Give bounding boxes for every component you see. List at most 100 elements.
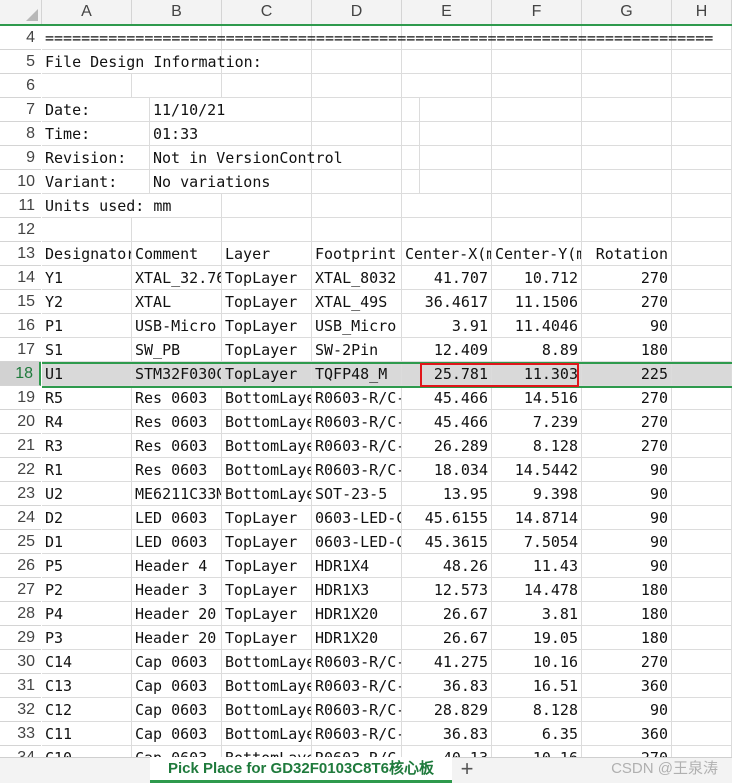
cell[interactable]: R0603-R/C- <box>312 386 402 410</box>
cell[interactable] <box>672 362 732 386</box>
row-header[interactable]: 21 <box>0 434 41 458</box>
row-header[interactable]: 13 <box>0 242 41 266</box>
row-header[interactable]: 16 <box>0 314 41 338</box>
column-header-e[interactable]: E <box>402 0 492 24</box>
cell[interactable] <box>582 98 672 122</box>
cell[interactable] <box>672 314 732 338</box>
cell[interactable]: 45.466 <box>402 386 492 410</box>
cell[interactable]: Cap 0603 <box>132 674 222 698</box>
cell[interactable] <box>672 626 732 650</box>
cell[interactable]: Header 20 <box>132 602 222 626</box>
cell[interactable] <box>582 122 672 146</box>
cell[interactable]: R0603-R/C- <box>312 674 402 698</box>
cell[interactable] <box>672 650 732 674</box>
cell[interactable]: R5 <box>42 386 132 410</box>
cell[interactable]: 45.3615 <box>402 530 492 554</box>
cell[interactable]: R0603-R/C- <box>312 698 402 722</box>
cell[interactable] <box>672 746 732 757</box>
row-header[interactable]: 27 <box>0 578 41 602</box>
cell[interactable]: TopLayer <box>222 506 312 530</box>
cell[interactable] <box>492 146 582 170</box>
cell[interactable] <box>582 218 672 242</box>
cell[interactable]: ========================================… <box>42 26 732 50</box>
cell[interactable] <box>492 98 582 122</box>
cell[interactable]: 10.712 <box>492 266 582 290</box>
cell[interactable]: 90 <box>582 554 672 578</box>
cell[interactable]: XTAL <box>132 290 222 314</box>
cell[interactable]: 36.83 <box>402 722 492 746</box>
cell[interactable]: 8.128 <box>492 698 582 722</box>
cell[interactable]: 270 <box>582 410 672 434</box>
cell[interactable] <box>492 170 582 194</box>
cell[interactable]: 270 <box>582 266 672 290</box>
cell[interactable]: 19.05 <box>492 626 582 650</box>
row-header[interactable]: 26 <box>0 554 41 578</box>
cell[interactable]: 12.573 <box>402 578 492 602</box>
cell[interactable] <box>672 218 732 242</box>
cell[interactable] <box>672 170 732 194</box>
cell[interactable]: 90 <box>582 698 672 722</box>
cell[interactable]: STM32F030C8T6 <box>132 362 222 386</box>
cell[interactable]: Res 0603 <box>132 410 222 434</box>
cell[interactable]: Y2 <box>42 290 132 314</box>
cell[interactable] <box>672 146 732 170</box>
row-header[interactable]: 18 <box>0 362 41 386</box>
cell[interactable]: HDR1X20 <box>312 626 402 650</box>
cell[interactable]: 28.829 <box>402 698 492 722</box>
cell[interactable]: 45.466 <box>402 410 492 434</box>
select-all-corner[interactable] <box>0 0 42 24</box>
cell[interactable]: BottomLayer <box>222 482 312 506</box>
add-sheet-icon[interactable]: + <box>455 758 479 782</box>
cell[interactable]: 40.13 <box>402 746 492 757</box>
cell[interactable]: 0603-LED-C <box>312 506 402 530</box>
cell[interactable]: BottomLayer <box>222 746 312 757</box>
cell[interactable]: 225 <box>582 362 672 386</box>
cell[interactable] <box>672 242 732 266</box>
cell[interactable] <box>672 290 732 314</box>
row-header[interactable]: 6 <box>0 74 41 98</box>
column-header-b[interactable]: B <box>132 0 222 24</box>
cell[interactable]: Center-X(mm) <box>402 242 492 266</box>
cell[interactable]: C13 <box>42 674 132 698</box>
cell[interactable] <box>402 218 492 242</box>
cell[interactable] <box>582 170 672 194</box>
cell[interactable] <box>132 218 222 242</box>
cell[interactable] <box>582 74 672 98</box>
cell[interactable]: TopLayer <box>222 266 312 290</box>
cell[interactable]: 0603-LED-C <box>312 530 402 554</box>
row-header[interactable]: 5 <box>0 50 41 74</box>
cell[interactable]: Header 4 <box>132 554 222 578</box>
cell[interactable]: 360 <box>582 722 672 746</box>
cell[interactable]: C12 <box>42 698 132 722</box>
cell[interactable]: TopLayer <box>222 530 312 554</box>
cell[interactable]: Not in VersionControl <box>150 146 420 170</box>
column-header-g[interactable]: G <box>582 0 672 24</box>
cell[interactable]: D2 <box>42 506 132 530</box>
cell[interactable]: 90 <box>582 314 672 338</box>
cell[interactable]: BottomLayer <box>222 722 312 746</box>
sheet-tab-active[interactable]: Pick Place for GD32F0103C8T6核心板 <box>150 757 452 783</box>
cell[interactable] <box>492 74 582 98</box>
cell[interactable]: TopLayer <box>222 578 312 602</box>
row-header[interactable]: 32 <box>0 698 41 722</box>
cell[interactable] <box>672 122 732 146</box>
cell[interactable]: BottomLayer <box>222 674 312 698</box>
cell[interactable] <box>492 122 582 146</box>
cell[interactable]: XTAL_49S <box>312 290 402 314</box>
cell[interactable]: 270 <box>582 386 672 410</box>
cell[interactable]: XTAL_32.768KHz <box>132 266 222 290</box>
cell[interactable]: LED 0603 <box>132 506 222 530</box>
cell[interactable]: BottomLayer <box>222 386 312 410</box>
cell[interactable]: R0603-R/C- <box>312 650 402 674</box>
cell[interactable]: Res 0603 <box>132 434 222 458</box>
cell[interactable] <box>672 458 732 482</box>
row-header[interactable]: 9 <box>0 146 41 170</box>
cell[interactable] <box>132 74 222 98</box>
cell[interactable] <box>672 266 732 290</box>
row-header[interactable]: 34 <box>0 746 41 757</box>
row-header[interactable]: 33 <box>0 722 41 746</box>
cell[interactable]: 26.67 <box>402 602 492 626</box>
row-header[interactable]: 4 <box>0 26 41 50</box>
cell[interactable]: USB-Micro <box>132 314 222 338</box>
cell[interactable]: 11.43 <box>492 554 582 578</box>
